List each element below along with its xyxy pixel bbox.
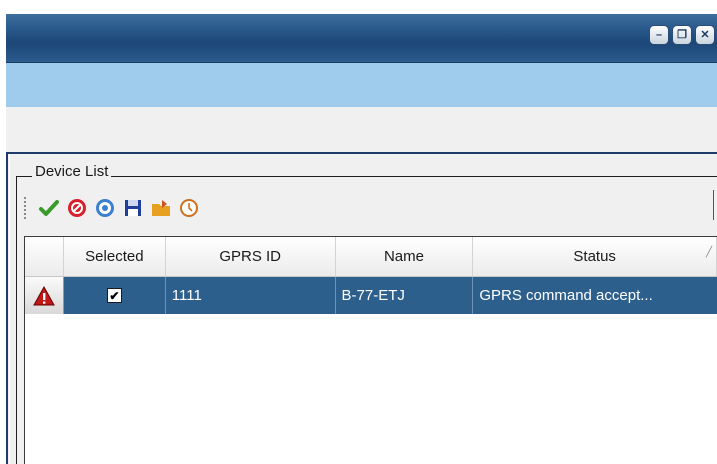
clock-icon[interactable] <box>178 197 200 219</box>
header-name[interactable]: Name <box>336 237 474 276</box>
close-button[interactable]: ✕ <box>695 25 715 45</box>
refresh-icon[interactable] <box>94 197 116 219</box>
minimize-button[interactable]: – <box>649 25 669 45</box>
header-selected[interactable]: Selected <box>64 237 166 276</box>
header-status[interactable]: Status ╱ <box>473 237 717 276</box>
save-icon[interactable] <box>122 197 144 219</box>
row-name: B-77-ETJ <box>336 277 474 314</box>
selected-checkbox[interactable]: ✔ <box>106 288 122 303</box>
close-icon: ✕ <box>700 28 710 41</box>
content-header <box>6 107 717 152</box>
header-status-label: Status <box>573 248 616 265</box>
ribbon-bar <box>6 63 717 107</box>
table-row[interactable]: ✔ 1111 B-77-ETJ GPRS command accept... <box>25 277 717 314</box>
row-selected-cell[interactable]: ✔ <box>64 277 166 314</box>
sort-arrow-icon: ╱ <box>705 247 712 258</box>
header-gprs-id[interactable]: GPRS ID <box>166 237 336 276</box>
device-list-legend: Device List <box>32 163 112 180</box>
alert-icon <box>33 285 55 305</box>
row-indicator[interactable] <box>25 277 64 314</box>
toolbar-grip[interactable] <box>24 197 30 219</box>
row-gprs-id: 1111 <box>166 277 336 314</box>
header-indicator[interactable] <box>25 237 64 276</box>
window-controls: – ❐ ✕ <box>649 25 715 45</box>
restore-icon: ❐ <box>677 28 687 41</box>
cancel-icon[interactable] <box>66 197 88 219</box>
folder-icon[interactable] <box>150 197 172 219</box>
minimize-icon: – <box>655 28 663 41</box>
scrollbar-edge[interactable] <box>713 190 717 220</box>
title-bar <box>6 14 717 63</box>
grid-header: Selected GPRS ID Name Status ╱ <box>25 237 717 277</box>
row-status: GPRS command accept... <box>479 287 653 304</box>
check-icon[interactable] <box>38 197 60 219</box>
device-grid: Selected GPRS ID Name Status ╱ ✔ 1111 B-… <box>24 236 717 464</box>
device-toolbar <box>24 193 200 223</box>
restore-button[interactable]: ❐ <box>672 25 692 45</box>
